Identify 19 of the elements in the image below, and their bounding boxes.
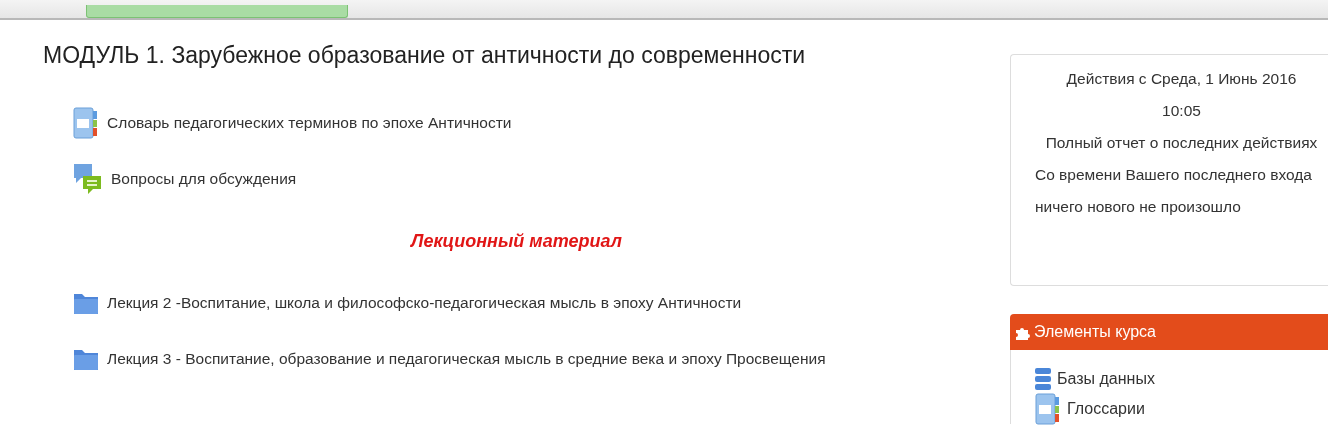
glossary-icon xyxy=(73,107,99,139)
activity-link[interactable]: Лекция 3 - Воспитание, образование и педагогическая мысль в средние века и эпоху Просвещения xyxy=(107,350,826,368)
module-title: МОДУЛЬ 1. Зарубежное образование от античности до современности xyxy=(43,42,807,69)
activity-message: Со времени Вашего последнего входа ничего нового не произошло xyxy=(1035,165,1313,217)
course-element-link[interactable]: Базы данных xyxy=(1057,370,1155,388)
activity-link[interactable]: Словарь педагогических терминов по эпохе Античности xyxy=(107,114,512,132)
activity-link[interactable]: Лекция 2 -Воспитание, школа и философско-педагогическая мысль в эпоху Античности xyxy=(107,294,742,312)
chat-bubbles-icon xyxy=(73,162,103,196)
full-report-link[interactable]: Полный отчет о последних действиях xyxy=(1045,127,1318,159)
folder-icon xyxy=(73,347,99,371)
folder-icon xyxy=(73,291,99,315)
glossary-icon xyxy=(1035,393,1061,425)
activity-date: Действия с Среда, 1 Июнь 2016 xyxy=(1065,69,1298,89)
course-element-link[interactable]: Глоссарии xyxy=(1067,400,1145,418)
database-icon xyxy=(1035,368,1051,390)
activity-time: 10:05 xyxy=(1161,101,1202,121)
activity-link[interactable]: Вопросы для обсуждения xyxy=(111,170,297,188)
block-title: Элементы курса xyxy=(1034,323,1156,341)
section-heading: Лекционный материал xyxy=(411,230,622,252)
